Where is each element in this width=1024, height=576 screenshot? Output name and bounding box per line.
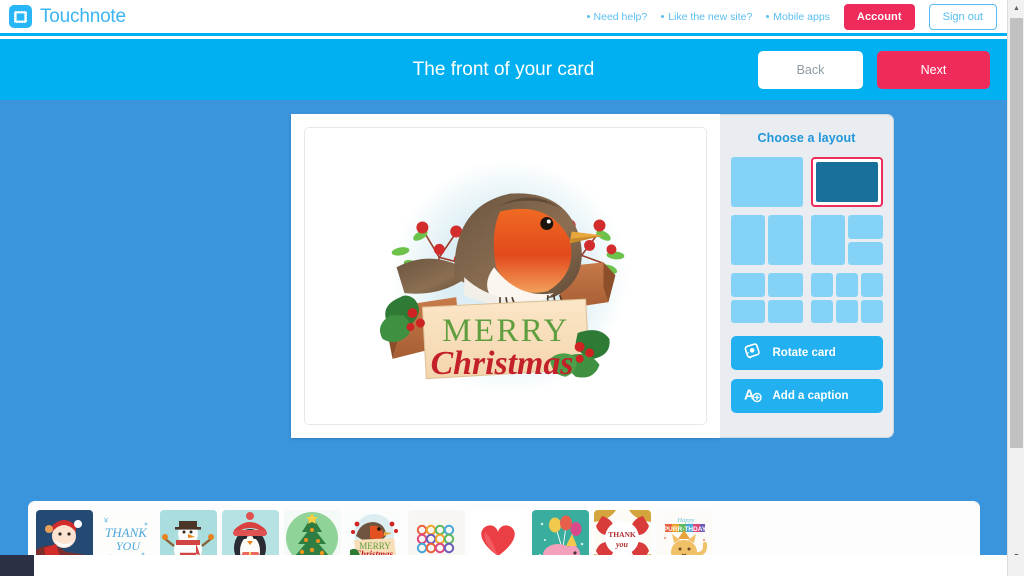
nav-links-group: Need help? Like the new site? Mobile app… xyxy=(586,3,997,30)
page-bottom-area xyxy=(34,555,1007,576)
layout-options-grid xyxy=(720,157,893,323)
account-button[interactable]: Account xyxy=(843,3,915,30)
step-header-bar: The front of your card Back Next xyxy=(0,39,1007,100)
layout-cell xyxy=(730,157,803,207)
merry-christmas-robin-artwork: MERRY Christmas xyxy=(305,128,706,424)
nav-link-need-help[interactable]: Need help? xyxy=(586,10,648,23)
svg-text:you: you xyxy=(615,540,629,549)
card-editor: MERRY Christmas Choose a layout Rotate c… xyxy=(291,114,894,438)
layout-cell xyxy=(730,273,765,297)
layout-cell xyxy=(768,299,803,323)
svg-text:YOU: YOU xyxy=(116,539,141,553)
layout-cell xyxy=(860,273,883,297)
brand-name: Touchnote xyxy=(40,5,126,27)
layout-cell xyxy=(835,273,858,297)
svg-text:THANK: THANK xyxy=(608,530,636,539)
add-text-icon: A xyxy=(743,385,762,407)
layout-cell xyxy=(730,299,765,323)
card-preview[interactable]: MERRY Christmas xyxy=(304,127,707,425)
bullet-icon xyxy=(661,15,665,18)
top-navigation-bar: Touchnote Need help? Like the new site? … xyxy=(0,0,1007,36)
bullet-icon xyxy=(586,15,590,18)
layout-cell xyxy=(860,299,883,323)
svg-text:Happy: Happy xyxy=(676,517,694,524)
vertical-scrollbar[interactable]: ▲ ▼ xyxy=(1007,0,1024,565)
scroll-up-icon[interactable]: ▲ xyxy=(1008,0,1024,17)
layout-option-single-full-selected[interactable] xyxy=(810,157,883,207)
editor-stage: MERRY Christmas Choose a layout Rotate c… xyxy=(0,100,1007,576)
next-button[interactable]: Next xyxy=(877,50,990,89)
nav-link-mobile-apps[interactable]: Mobile apps xyxy=(766,11,830,23)
layout-cell xyxy=(815,162,878,202)
scrollbar-thumb[interactable] xyxy=(1010,18,1023,448)
add-caption-button[interactable]: A Add a caption xyxy=(730,379,883,413)
layout-cell xyxy=(730,215,765,265)
rotate-card-label: Rotate card xyxy=(772,347,836,359)
layout-cell xyxy=(835,299,858,323)
brand-logo[interactable]: Touchnote xyxy=(9,5,126,28)
layout-option-six-grid[interactable] xyxy=(810,273,883,323)
svg-text:PURR-THDAY: PURR-THDAY xyxy=(664,526,707,533)
rotate-photo-icon xyxy=(743,342,762,364)
bullet-icon xyxy=(766,15,770,18)
layout-cell xyxy=(810,215,845,265)
nav-link-label: Mobile apps xyxy=(773,10,830,23)
rotate-card-button[interactable]: Rotate card xyxy=(730,336,883,370)
layout-cell xyxy=(848,241,883,265)
nav-link-label: Like the new site? xyxy=(668,10,753,23)
card-canvas-panel: MERRY Christmas xyxy=(291,114,720,438)
nav-link-like-new-site[interactable]: Like the new site? xyxy=(661,11,752,23)
stamp-icon-svg xyxy=(14,10,27,23)
stamp-icon xyxy=(9,5,32,28)
touchnote-card-editor: Touchnote Need help? Like the new site? … xyxy=(0,0,1024,576)
scrollbar-bottom-filler xyxy=(1007,555,1024,576)
layout-cell xyxy=(768,273,803,297)
layout-sidebar: Choose a layout Rotate card A Add a capt… xyxy=(720,114,894,438)
layout-cell xyxy=(768,215,803,265)
svg-text:THANK: THANK xyxy=(105,525,148,540)
step-actions: Back Next xyxy=(758,50,990,89)
layout-cell xyxy=(810,273,833,297)
layout-cell xyxy=(810,299,833,323)
add-caption-label: Add a caption xyxy=(772,390,849,402)
nav-link-label: Need help? xyxy=(593,10,648,23)
card-headline: MERRY xyxy=(442,313,569,349)
layout-option-one-plus-two[interactable] xyxy=(810,215,883,265)
layout-option-single-full[interactable] xyxy=(730,157,803,207)
layout-cell xyxy=(848,215,883,239)
back-button[interactable]: Back xyxy=(758,50,863,89)
card-subline: Christmas xyxy=(431,345,574,382)
layout-option-four-grid[interactable] xyxy=(730,273,803,323)
sidebar-title: Choose a layout xyxy=(757,131,856,145)
layout-option-two-vertical[interactable] xyxy=(730,215,803,265)
sign-out-button[interactable]: Sign out xyxy=(928,3,997,30)
